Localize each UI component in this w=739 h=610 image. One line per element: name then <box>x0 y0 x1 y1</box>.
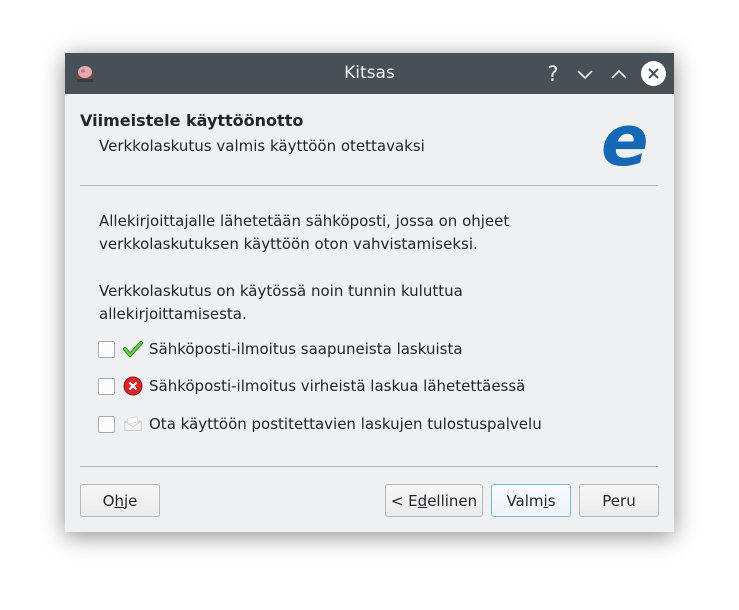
help-button[interactable]: ? <box>541 62 565 86</box>
chevron-down-icon <box>577 70 593 80</box>
finish-button[interactable]: Valm i s <box>491 484 571 517</box>
help-label-post: je <box>123 491 138 510</box>
chevron-up-icon <box>611 69 627 79</box>
back-label-mnemonic: d <box>417 491 428 510</box>
info-paragraph-1: Allekirjoittajalle lähetetään sähköposti… <box>99 212 510 253</box>
option-label: Sähköposti-ilmoitus virheistä laskua läh… <box>149 377 526 395</box>
help-label-pre: O <box>102 491 115 510</box>
envelope-icon <box>123 414 143 434</box>
minimize-button[interactable] <box>573 62 597 86</box>
page-subtitle: Verkkolaskutus valmis käyttöön otettavak… <box>99 137 425 155</box>
incoming-notify-checkbox[interactable] <box>98 340 115 358</box>
back-button[interactable]: < Ed ellinen <box>385 484 483 517</box>
logo-letter: e <box>601 111 648 173</box>
print-service-checkbox[interactable] <box>98 415 115 433</box>
e-logo: e <box>601 111 648 173</box>
titlebar[interactable]: Kitsas ? <box>65 53 674 94</box>
cancel-button[interactable]: Peru <box>579 484 659 517</box>
back-label-pre: < E <box>390 491 418 510</box>
finish-label-pre: Valm <box>506 491 544 510</box>
option-print-service[interactable]: Ota käyttöön postitettavien laskujen tul… <box>98 413 542 435</box>
option-label: Sähköposti-ilmoitus saapuneista laskuist… <box>149 340 463 358</box>
error-notify-checkbox[interactable] <box>98 377 115 395</box>
close-icon <box>648 68 659 79</box>
back-label-post: ellinen <box>427 491 478 510</box>
finish-label-post: s <box>547 491 556 510</box>
option-incoming-notify[interactable]: Sähköposti-ilmoitus saapuneista laskuist… <box>98 338 463 360</box>
footer-divider <box>80 466 658 467</box>
error-icon <box>123 376 143 396</box>
page-title: Viimeistele käyttöönotto <box>80 111 304 130</box>
option-label: Ota käyttöön postitettavien laskujen tul… <box>149 415 542 433</box>
info-paragraph-2: Verkkolaskutus on käytössä noin tunnin k… <box>99 282 463 323</box>
check-icon <box>123 339 143 359</box>
close-button[interactable] <box>641 61 666 86</box>
option-error-notify[interactable]: Sähköposti-ilmoitus virheistä laskua läh… <box>98 375 525 397</box>
dialog-window: Kitsas ? Viimeistele käyttöönotto Verkko… <box>65 53 674 532</box>
help-label-mnemonic: h <box>114 491 124 510</box>
help-dialog-button[interactable]: Oh je <box>80 484 160 517</box>
header-divider <box>80 185 658 186</box>
maximize-button[interactable] <box>607 62 631 86</box>
